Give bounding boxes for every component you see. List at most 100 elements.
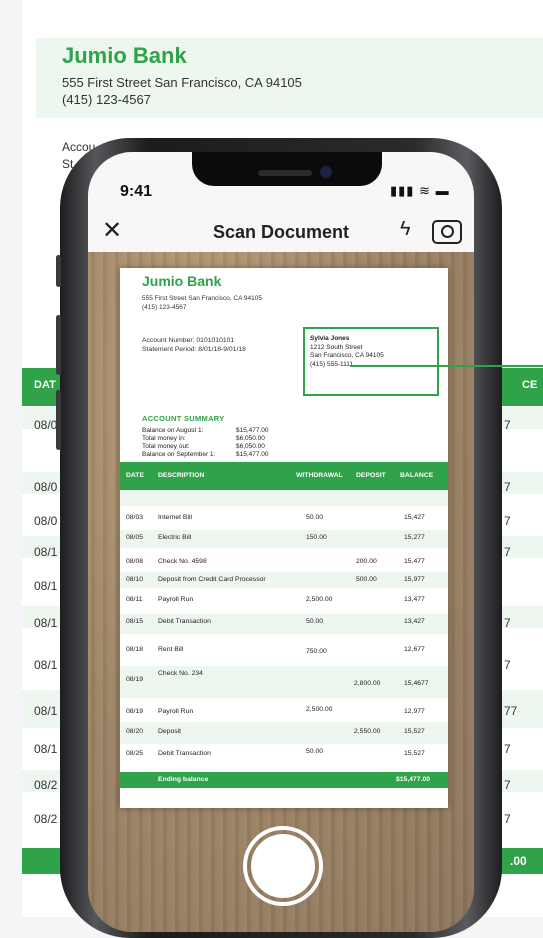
table-row: 08/19 Check No. 234 2,800.00 15,4677 [120,666,448,698]
table-row: 08/15 Debit Transaction 50.00 13,427 [120,614,448,634]
volume-down-button [56,390,61,450]
col-withdrawal: WITHDRAWAL [296,472,343,479]
doc-account-number: Account Number: 0101010101 [142,337,235,344]
cell-withdrawal: 150.00 [306,534,327,541]
doc-bank-name: Jumio Bank [142,273,222,289]
bg-balance-cell: 7 [504,616,511,630]
bg-address-line2: (415) 123-4567 [62,92,151,107]
cell-balance: 15,977 [404,576,425,583]
cell-date: 08/19 [126,676,144,683]
bg-balance-cell: 7 [504,658,511,672]
doc-account-info: Account Number: 0101010101 Statement Per… [142,336,246,354]
cell-withdrawal: 50.00 [306,514,324,521]
table-spacer-row [120,490,448,506]
doc-customer-address: Sylvia Jones 1212 South Street San Franc… [310,335,384,369]
summary-label: Balance on August 1: [142,427,204,434]
summary-row: Total money in: $6,050.00 [142,435,269,443]
shutter-button[interactable] [251,834,315,898]
summary-label: Balance on September 1: [142,451,216,458]
doc-address-line1: 555 First Street San Francisco, CA 94105 [142,295,262,302]
cell-deposit: 500.00 [356,576,377,583]
cell-date: 08/25 [126,750,144,757]
doc-statement-period: Statement Period: 8/01/18-9/01/18 [142,346,246,353]
mute-switch [56,255,61,287]
col-balance: BALANCE [400,472,434,479]
table-row: 08/11 Payroll Run 2,500.00 13,477 [120,596,448,610]
doc-summary-title: ACCOUNT SUMMARY [142,414,225,423]
doc-customer-city: San Francisco, CA 94105 [310,352,384,359]
cell-description: Rent Bill [158,646,184,653]
table-row: 08/18 Rent Bill 750.00 12,677 [120,646,448,662]
cell-balance: 15,277 [404,534,425,541]
ending-balance-value: $15,477.00 [396,776,431,783]
cell-balance: 13,477 [404,596,425,603]
bg-balance-cell: 7 [504,545,511,559]
cell-balance: 15,527 [404,728,425,735]
front-camera [320,166,332,178]
col-date: DATE [126,472,144,479]
cell-date: 08/18 [126,646,144,653]
status-icons: ▮▮▮ ≋ ▬ [390,183,450,199]
cell-description: Deposit [158,728,182,735]
summary-value: $6,050.00 [236,435,265,442]
table-row: 08/08 Check No. 4598 200.00 15,477 [120,558,448,572]
summary-row: Balance on September 1: $15,477.00 [142,451,269,459]
notch [192,152,382,186]
cell-date: 08/10 [126,576,144,583]
doc-summary: Balance on August 1: $15,477.00 Total mon… [142,427,269,459]
doc-table-header: DATE DESCRIPTION WITHDRAWAL DEPOSIT BALA… [120,462,448,490]
col-description: DESCRIPTION [158,472,205,479]
summary-value: $15,477.00 [236,451,269,458]
ending-balance-row: Ending balance $15,477.00 [120,772,448,788]
cell-balance: 15,427 [404,514,425,521]
screen-title: Scan Document [212,222,350,242]
cell-deposit: 2,550.00 [354,728,381,735]
summary-label: Total money in: [142,435,186,442]
bg-balance-cell: 7 [504,742,511,756]
summary-value: $15,477.00 [236,427,269,434]
scanned-document: Jumio Bank 555 First Street San Francisc… [120,268,448,808]
wifi-icon: ≋ [419,183,431,198]
cell-description: Check No. 234 [158,670,203,677]
summary-label: Total money out: [142,443,190,450]
camera-rotate-icon[interactable] [432,220,462,244]
cell-description: Electric Bill [158,534,192,541]
doc-address-line2: (415) 123-4567 [142,304,187,311]
bg-bank-address: 555 First Street San Francisco, CA 94105… [62,74,302,108]
cell-balance: 15,527 [404,750,425,757]
table-row: 08/20 Deposit 2,550.00 15,527 [120,722,448,744]
cell-description: Payroll Run [158,596,194,603]
cell-withdrawal: 750.00 [306,648,327,655]
cell-balance: 15,477 [404,558,425,565]
summary-row: Total money out: $6,050.00 [142,443,269,451]
doc-customer-street: 1212 South Street [310,343,363,351]
cell-date: 08/03 [126,514,144,521]
signal-icon: ▮▮▮ [390,183,415,198]
cell-date: 08/20 [126,728,144,735]
bg-bank-name: Jumio Bank [62,43,187,68]
col-deposit: DEPOSIT [356,472,386,479]
doc-customer-name: Sylvia Jones [310,335,350,342]
bg-balance-cell: 7 [504,812,511,826]
earpiece-speaker [258,170,312,176]
cell-deposit: 200.00 [356,558,377,565]
cell-description: Payroll Run [158,708,194,715]
cell-date: 08/11 [126,596,143,603]
cell-date: 08/05 [126,534,144,541]
bg-balance-cell: 7 [504,418,511,432]
cell-withdrawal: 2,500.00 [306,706,333,713]
bg-footer-value: .00 [510,854,527,868]
bg-balance-cell: 7 [504,480,511,494]
table-row: 08/25 Debit Transaction 50.00 15,527 [120,748,448,766]
cell-description: Debit Transaction [158,750,211,757]
lightning-bolt-icon[interactable]: ϟ [400,218,411,241]
cell-date: 08/19 [126,708,144,715]
cell-balance: 15,4677 [404,680,429,687]
bg-balance-cell: 7 [504,778,511,792]
cell-date: 08/15 [126,618,144,625]
bg-balance-header: CE [522,379,538,391]
cell-description: Check No. 4598 [158,558,207,565]
address-pointer-line [350,365,543,367]
bg-balance-cell: 77 [504,704,518,718]
volume-up-button [56,315,61,375]
